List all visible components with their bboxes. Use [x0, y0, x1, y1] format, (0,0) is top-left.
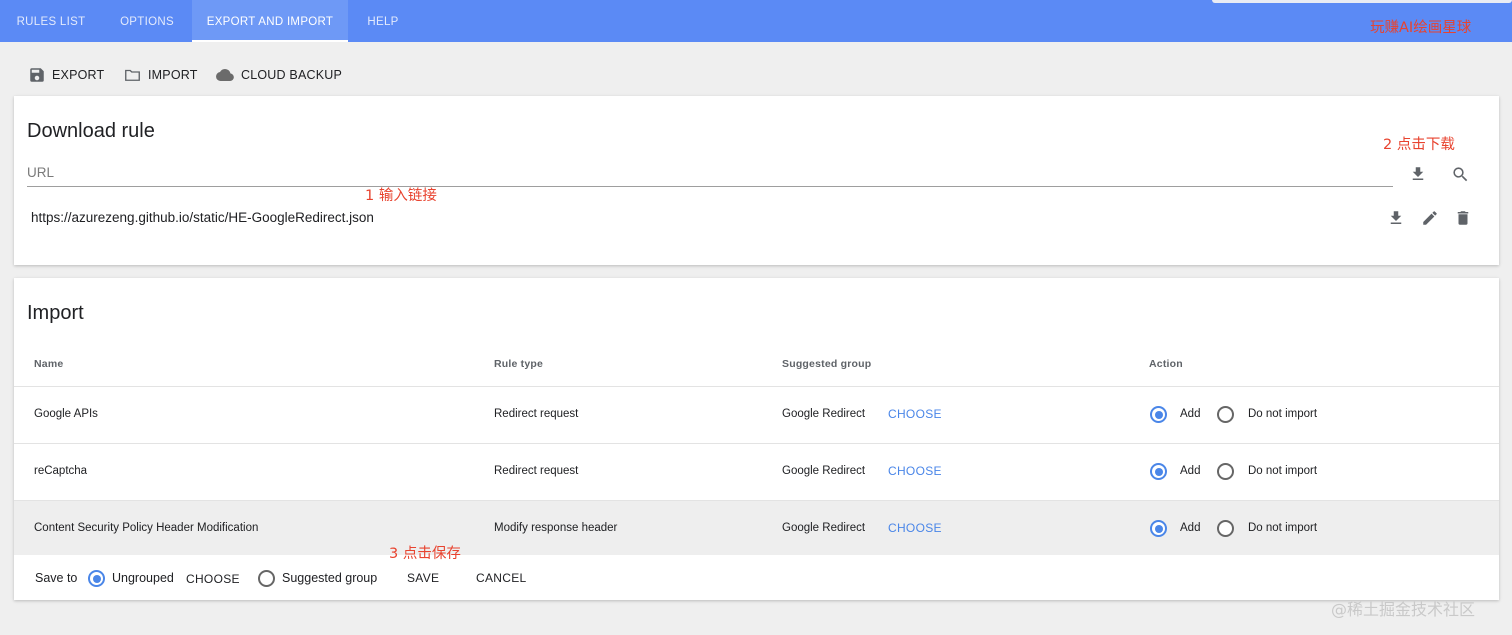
choose-group-button[interactable]: CHOOSE	[888, 464, 942, 478]
add-radio-label: Add	[1180, 408, 1201, 420]
download-rule-title: Download rule	[27, 120, 155, 142]
saved-url-link[interactable]: https://azurezeng.github.io/static/HE-Go…	[31, 210, 374, 225]
import-card: Import Name Rule type Suggested group Ac…	[14, 278, 1499, 600]
annotation-step-1: 1 输入链接	[365, 188, 437, 204]
tab-export-and-import[interactable]: EXPORT AND IMPORT	[192, 0, 348, 42]
choose-group-button[interactable]: CHOOSE	[888, 407, 942, 421]
rule-name: Google APIs	[34, 408, 98, 420]
suggested-group-label: Suggested group	[282, 571, 378, 585]
choose-save-group-button[interactable]: CHOOSE	[186, 572, 240, 586]
folder-icon	[125, 69, 140, 81]
do-not-import-label: Do not import	[1248, 408, 1318, 420]
download-button[interactable]	[1407, 163, 1429, 185]
suggested-group-radio[interactable]	[258, 570, 275, 587]
save-button[interactable]: SAVE	[407, 571, 439, 585]
saved-url-download-button[interactable]	[1385, 207, 1407, 229]
tab-options[interactable]: OPTIONS	[102, 0, 192, 42]
choose-group-button[interactable]: CHOOSE	[888, 521, 942, 535]
edit-icon	[1423, 211, 1437, 225]
cloud-backup-button[interactable]: CLOUD BACKUP	[215, 64, 342, 86]
tab-rules-list[interactable]: RULES LIST	[0, 0, 102, 42]
export-button[interactable]: EXPORT	[28, 64, 104, 86]
column-header-rule-type: Rule type	[494, 358, 544, 370]
url-input[interactable]	[27, 159, 1393, 187]
add-radio-label: Add	[1180, 522, 1201, 534]
import-button[interactable]: IMPORT	[123, 64, 198, 86]
do-not-import-label: Do not import	[1248, 465, 1318, 477]
do-not-import-radio[interactable]	[1217, 520, 1234, 537]
table-row: Content Security Policy Header Modificat…	[14, 500, 1499, 555]
saved-url-delete-button[interactable]	[1452, 207, 1474, 229]
table-row: reCaptcha Redirect request Google Redire…	[14, 443, 1499, 500]
rule-type: Redirect request	[494, 408, 579, 420]
import-title: Import	[27, 302, 84, 324]
cancel-button[interactable]: CANCEL	[476, 571, 526, 585]
suggested-group: Google Redirect	[782, 522, 866, 534]
add-radio[interactable]	[1150, 520, 1167, 537]
suggested-group: Google Redirect	[782, 465, 866, 477]
rule-type: Modify response header	[494, 522, 618, 534]
annotation-step-3: 3 点击保存	[389, 546, 461, 562]
annotation-step-2: 2 点击下载	[1383, 137, 1455, 153]
download-icon	[1390, 211, 1402, 224]
add-radio[interactable]	[1150, 463, 1167, 480]
add-radio[interactable]	[1150, 406, 1167, 423]
do-not-import-label: Do not import	[1248, 522, 1318, 534]
tab-help[interactable]: HELP	[348, 0, 418, 42]
do-not-import-radio[interactable]	[1217, 463, 1234, 480]
column-header-action: Action	[1149, 358, 1183, 370]
import-footer: Save to Ungrouped CHOOSE Suggested group…	[14, 555, 1499, 601]
do-not-import-radio[interactable]	[1217, 406, 1234, 423]
rule-type: Redirect request	[494, 465, 579, 477]
top-search-strip	[1212, 0, 1512, 3]
save-to-label: Save to	[35, 571, 78, 585]
download-rule-card: Download rule https://azurezeng.github.i…	[14, 96, 1499, 265]
import-label: IMPORT	[148, 68, 198, 82]
export-label: EXPORT	[52, 68, 105, 82]
annotation-top-right: 玩赚AI绘画星球	[1370, 20, 1472, 36]
search-button[interactable]	[1449, 163, 1471, 185]
search-icon	[1452, 166, 1467, 181]
cloud-icon	[216, 68, 234, 81]
delete-icon	[1457, 211, 1469, 225]
top-navigation-bar: RULES LIST OPTIONS EXPORT AND IMPORT HEL…	[0, 0, 1512, 42]
add-radio-label: Add	[1180, 465, 1201, 477]
ungrouped-label: Ungrouped	[112, 571, 174, 585]
save-icon	[30, 68, 44, 82]
suggested-group: Google Redirect	[782, 408, 866, 420]
rule-name: Content Security Policy Header Modificat…	[34, 522, 259, 534]
saved-url-edit-button[interactable]	[1419, 207, 1441, 229]
watermark: @稀土掘金技术社区	[1331, 600, 1476, 619]
table-row: Google APIs Redirect request Google Redi…	[14, 386, 1499, 443]
ungrouped-radio[interactable]	[88, 570, 105, 587]
column-header-name: Name	[34, 358, 64, 370]
cloud-backup-label: CLOUD BACKUP	[241, 68, 343, 82]
rule-name: reCaptcha	[34, 465, 88, 477]
download-icon	[1412, 167, 1424, 180]
column-header-suggested-group: Suggested group	[782, 358, 872, 370]
